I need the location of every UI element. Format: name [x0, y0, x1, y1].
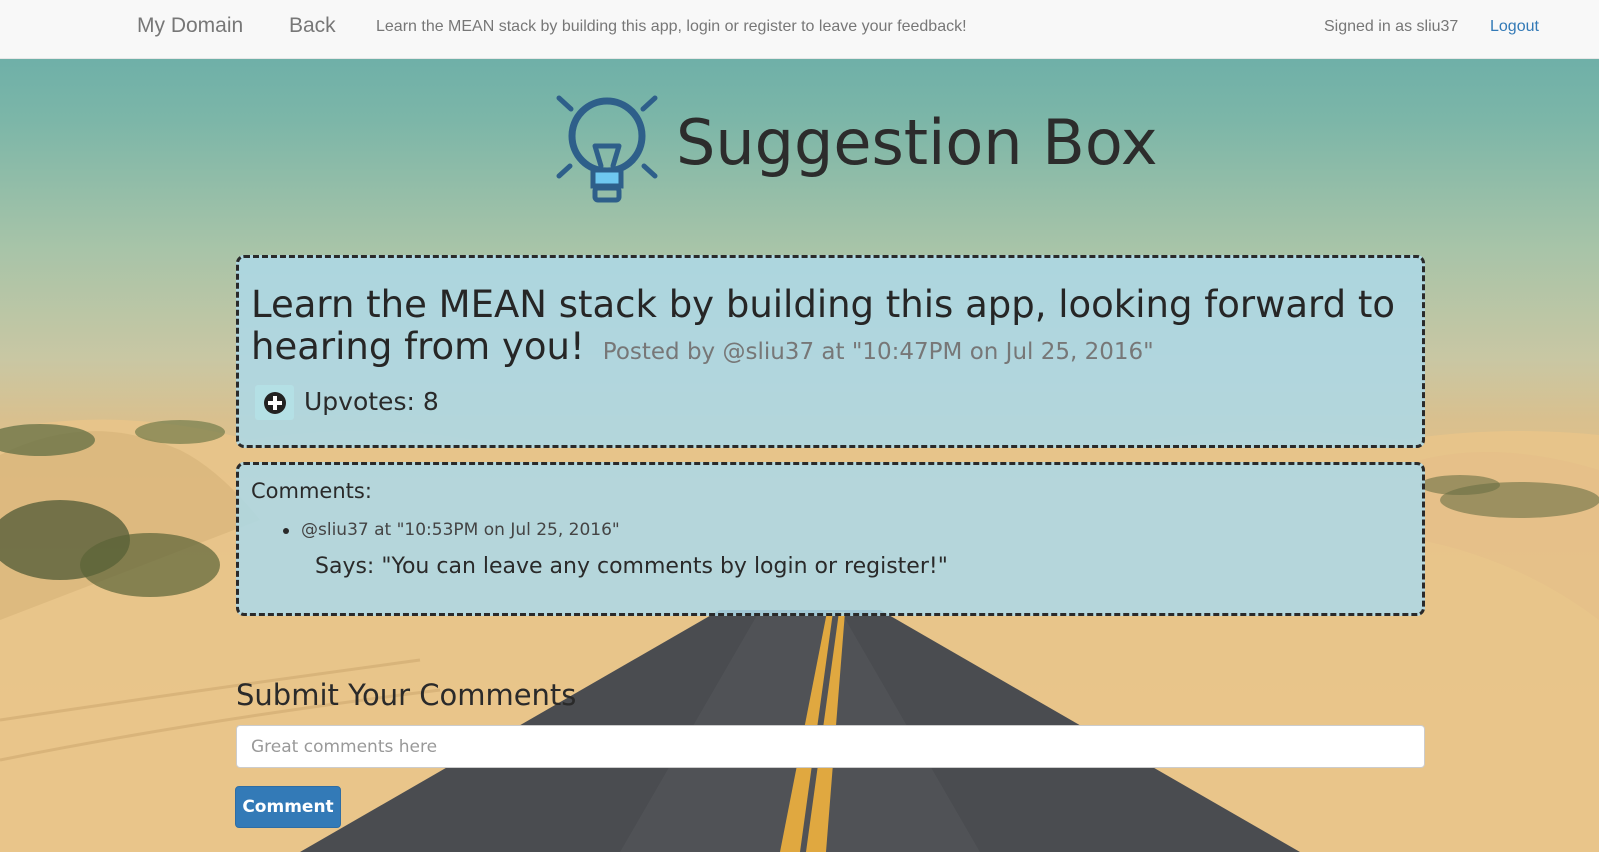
bullet-icon — [283, 528, 289, 534]
comment-button[interactable]: Comment — [235, 786, 341, 828]
site-title: Suggestion Box — [676, 106, 1158, 179]
logout-link[interactable]: Logout — [1490, 18, 1539, 36]
comments-panel: Comments: @sliu37 at "10:53PM on Jul 25,… — [236, 462, 1425, 616]
suggestion-panel: Learn the MEAN stack by building this ap… — [236, 255, 1425, 448]
comment-body: Says: "You can leave any comments by log… — [315, 554, 948, 579]
comment-item: @sliu37 at "10:53PM on Jul 25, 2016" Say… — [279, 520, 1379, 579]
comment-list: @sliu37 at "10:53PM on Jul 25, 2016" Say… — [279, 520, 1379, 579]
signed-in-status: Signed in as sliu37 — [1324, 18, 1459, 35]
comment-meta: @sliu37 at "10:53PM on Jul 25, 2016" — [301, 520, 620, 540]
brand-link[interactable]: My Domain — [137, 14, 243, 38]
comment-input[interactable] — [236, 725, 1425, 768]
upvote-count: Upvotes: 8 — [304, 387, 439, 416]
post-title: Learn the MEAN stack by building this ap… — [251, 284, 1401, 373]
top-navbar: My Domain Back Learn the MEAN stack by b… — [0, 0, 1599, 59]
back-link[interactable]: Back — [289, 14, 336, 38]
plus-circle-icon — [264, 392, 286, 414]
navbar-tagline: Learn the MEAN stack by building this ap… — [376, 18, 967, 35]
lightbulb-icon — [556, 95, 658, 203]
upvote-button[interactable] — [255, 385, 294, 420]
site-header: Suggestion Box — [555, 94, 1158, 209]
form-heading: Submit Your Comments — [236, 678, 577, 712]
post-meta: Posted by @sliu37 at "10:47PM on Jul 25,… — [602, 339, 1154, 365]
comments-heading: Comments: — [251, 479, 372, 503]
